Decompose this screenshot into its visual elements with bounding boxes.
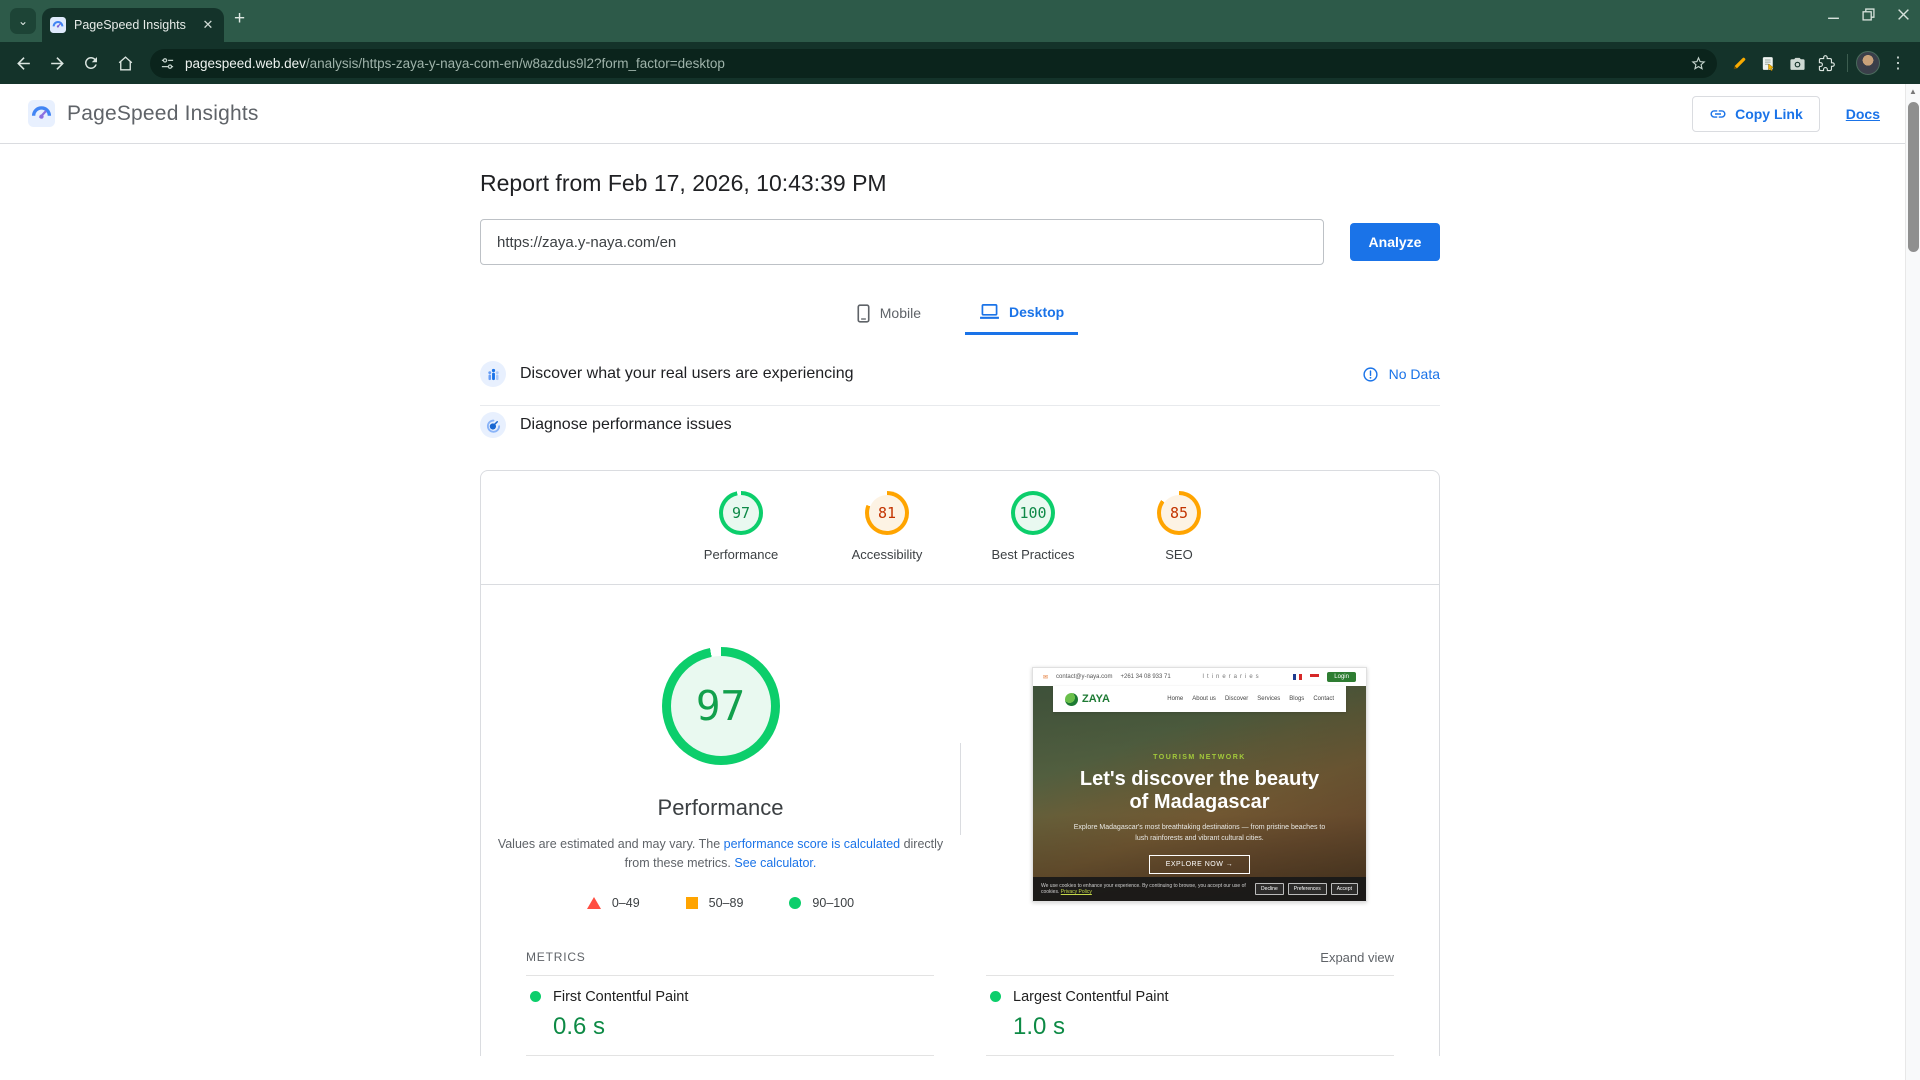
language-flag-fr xyxy=(1293,674,1302,680)
metric-status-dot xyxy=(990,991,1001,1002)
tab-close-icon[interactable]: ✕ xyxy=(200,17,216,33)
tab-search-button[interactable]: ⌄ xyxy=(10,8,36,34)
window-close-button[interactable] xyxy=(1897,8,1910,21)
chevron-down-icon: ⌄ xyxy=(18,14,28,28)
performance-score-value: 97 xyxy=(671,656,771,756)
language-flag-en xyxy=(1310,674,1319,680)
pagespeed-logo-icon[interactable] xyxy=(28,100,55,127)
window-minimize-button[interactable] xyxy=(1827,8,1840,21)
pagespeed-favicon-icon xyxy=(50,17,66,33)
metric-largest-contentful-paint: Largest Contentful Paint 1.0 s xyxy=(986,975,1394,1056)
best-practices-ring: 100 xyxy=(1011,491,1055,535)
poor-range-icon xyxy=(587,897,601,909)
diagnose-gauge-icon xyxy=(480,412,506,438)
window-restore-button[interactable] xyxy=(1862,8,1875,21)
bookmark-star-icon[interactable] xyxy=(1690,55,1707,72)
scrollbar-thumb[interactable] xyxy=(1908,102,1919,252)
desktop-laptop-icon xyxy=(979,303,1000,320)
site-hero-image: TOURISM NETWORK Let's discover the beaut… xyxy=(1033,686,1366,901)
browser-tab-strip: ⌄ PageSpeed Insights ✕ + xyxy=(0,0,1920,42)
column-divider xyxy=(960,743,961,835)
field-section-title: Discover what your real users are experi… xyxy=(520,365,853,383)
profile-avatar[interactable] xyxy=(1856,51,1880,75)
report-title: Report from Feb 17, 2026, 10:43:39 PM xyxy=(480,170,1440,197)
score-summary-row: 97 Performance 81 Accessibility 100 Best… xyxy=(481,471,1439,585)
score-accessibility[interactable]: 81 Accessibility xyxy=(842,491,932,562)
home-icon[interactable] xyxy=(110,48,140,78)
mobile-phone-icon xyxy=(856,304,871,323)
docs-link[interactable]: Docs xyxy=(1846,106,1880,122)
camera-extension-icon[interactable] xyxy=(1789,55,1806,72)
accessibility-ring: 81 xyxy=(865,491,909,535)
tab-desktop[interactable]: Desktop xyxy=(965,295,1078,335)
score-disclaimer: Values are estimated and may vary. The p… xyxy=(495,835,947,874)
performance-gauge-label: Performance xyxy=(658,795,784,821)
score-performance[interactable]: 97 Performance xyxy=(696,491,786,562)
no-data-label: No Data xyxy=(1389,366,1440,382)
site-login-button: Login xyxy=(1327,672,1356,682)
score-calc-link[interactable]: performance score is calculated xyxy=(724,837,900,851)
page-scrollbar[interactable]: ▲ xyxy=(1905,84,1920,1080)
browser-tab[interactable]: PageSpeed Insights ✕ xyxy=(42,8,224,42)
lab-data-section: Diagnose performance issues xyxy=(480,412,1440,456)
no-data-status: No Data xyxy=(1362,366,1440,383)
expand-view-button[interactable]: Expand view xyxy=(1320,950,1394,965)
tab-title: PageSpeed Insights xyxy=(74,18,192,32)
field-data-section: Discover what your real users are experi… xyxy=(480,361,1440,406)
reload-icon[interactable] xyxy=(76,48,106,78)
performance-main-gauge: 97 xyxy=(662,647,780,765)
tab-mobile[interactable]: Mobile xyxy=(842,295,935,335)
good-range-icon xyxy=(789,897,801,909)
real-users-icon xyxy=(480,361,506,387)
psi-header: PageSpeed Insights Copy Link Docs xyxy=(0,84,1920,144)
site-subheading: Explore Madagascar's most breathtaking d… xyxy=(1070,823,1330,844)
device-tabs: Mobile Desktop xyxy=(480,295,1440,335)
email-icon: ✉ xyxy=(1043,674,1048,681)
scrollbar-up-arrow[interactable]: ▲ xyxy=(1906,84,1920,99)
new-tab-button[interactable]: + xyxy=(234,8,245,30)
pencil-extension-icon[interactable] xyxy=(1731,55,1748,72)
site-tagline: TOURISM NETWORK xyxy=(1033,754,1366,761)
info-icon[interactable] xyxy=(1362,366,1379,383)
analyzed-url-input[interactable] xyxy=(480,219,1324,265)
score-best-practices[interactable]: 100 Best Practices xyxy=(988,491,1078,562)
page-screenshot-thumbnail[interactable]: ✉ contact@y-naya.com +261 34 08 933 71 I… xyxy=(1032,667,1367,902)
reader-extension-icon[interactable] xyxy=(1760,55,1777,72)
app-title: PageSpeed Insights xyxy=(67,102,259,126)
analyze-button[interactable]: Analyze xyxy=(1350,223,1440,261)
average-range-icon xyxy=(686,897,698,909)
toolbar-separator xyxy=(1847,54,1848,72)
site-topbar: ✉ contact@y-naya.com +261 34 08 933 71 I… xyxy=(1033,668,1366,686)
seo-ring: 85 xyxy=(1157,491,1201,535)
metric-status-dot xyxy=(530,991,541,1002)
lighthouse-card: 97 Performance 81 Accessibility 100 Best… xyxy=(480,470,1440,1056)
site-cookie-banner: We use cookies to enhance your experienc… xyxy=(1033,877,1366,901)
copy-link-button[interactable]: Copy Link xyxy=(1692,96,1820,132)
site-logo xyxy=(1065,693,1078,706)
browser-menu-icon[interactable]: ⋮ xyxy=(1890,53,1906,73)
site-heading: Let's discover the beauty of Madagascar xyxy=(1080,768,1320,814)
metrics-section-label: METRICS xyxy=(526,950,586,964)
back-icon[interactable] xyxy=(8,48,38,78)
score-legend: 0–49 50–89 90–100 xyxy=(587,896,854,910)
site-explore-button: EXPLORE NOW → xyxy=(1149,855,1251,874)
forward-icon[interactable] xyxy=(42,48,72,78)
url-text: pagespeed.web.dev/analysis/https-zaya-y-… xyxy=(185,56,725,71)
metric-first-contentful-paint: First Contentful Paint 0.6 s xyxy=(526,975,934,1056)
site-navbar: ZAYA Home About us Discover Services Blo… xyxy=(1053,686,1346,712)
lcp-value: 1.0 s xyxy=(1013,1013,1390,1041)
fcp-value: 0.6 s xyxy=(553,1013,930,1041)
score-seo[interactable]: 85 SEO xyxy=(1134,491,1224,562)
browser-toolbar: pagespeed.web.dev/analysis/https-zaya-y-… xyxy=(0,42,1920,84)
see-calculator-link[interactable]: See calculator. xyxy=(734,856,816,870)
performance-ring: 97 xyxy=(719,491,763,535)
url-bar[interactable]: pagespeed.web.dev/analysis/https-zaya-y-… xyxy=(150,49,1717,78)
lab-section-title: Diagnose performance issues xyxy=(520,416,732,434)
extensions-puzzle-icon[interactable] xyxy=(1818,55,1835,72)
link-icon xyxy=(1709,105,1727,123)
site-settings-icon[interactable] xyxy=(160,56,175,71)
